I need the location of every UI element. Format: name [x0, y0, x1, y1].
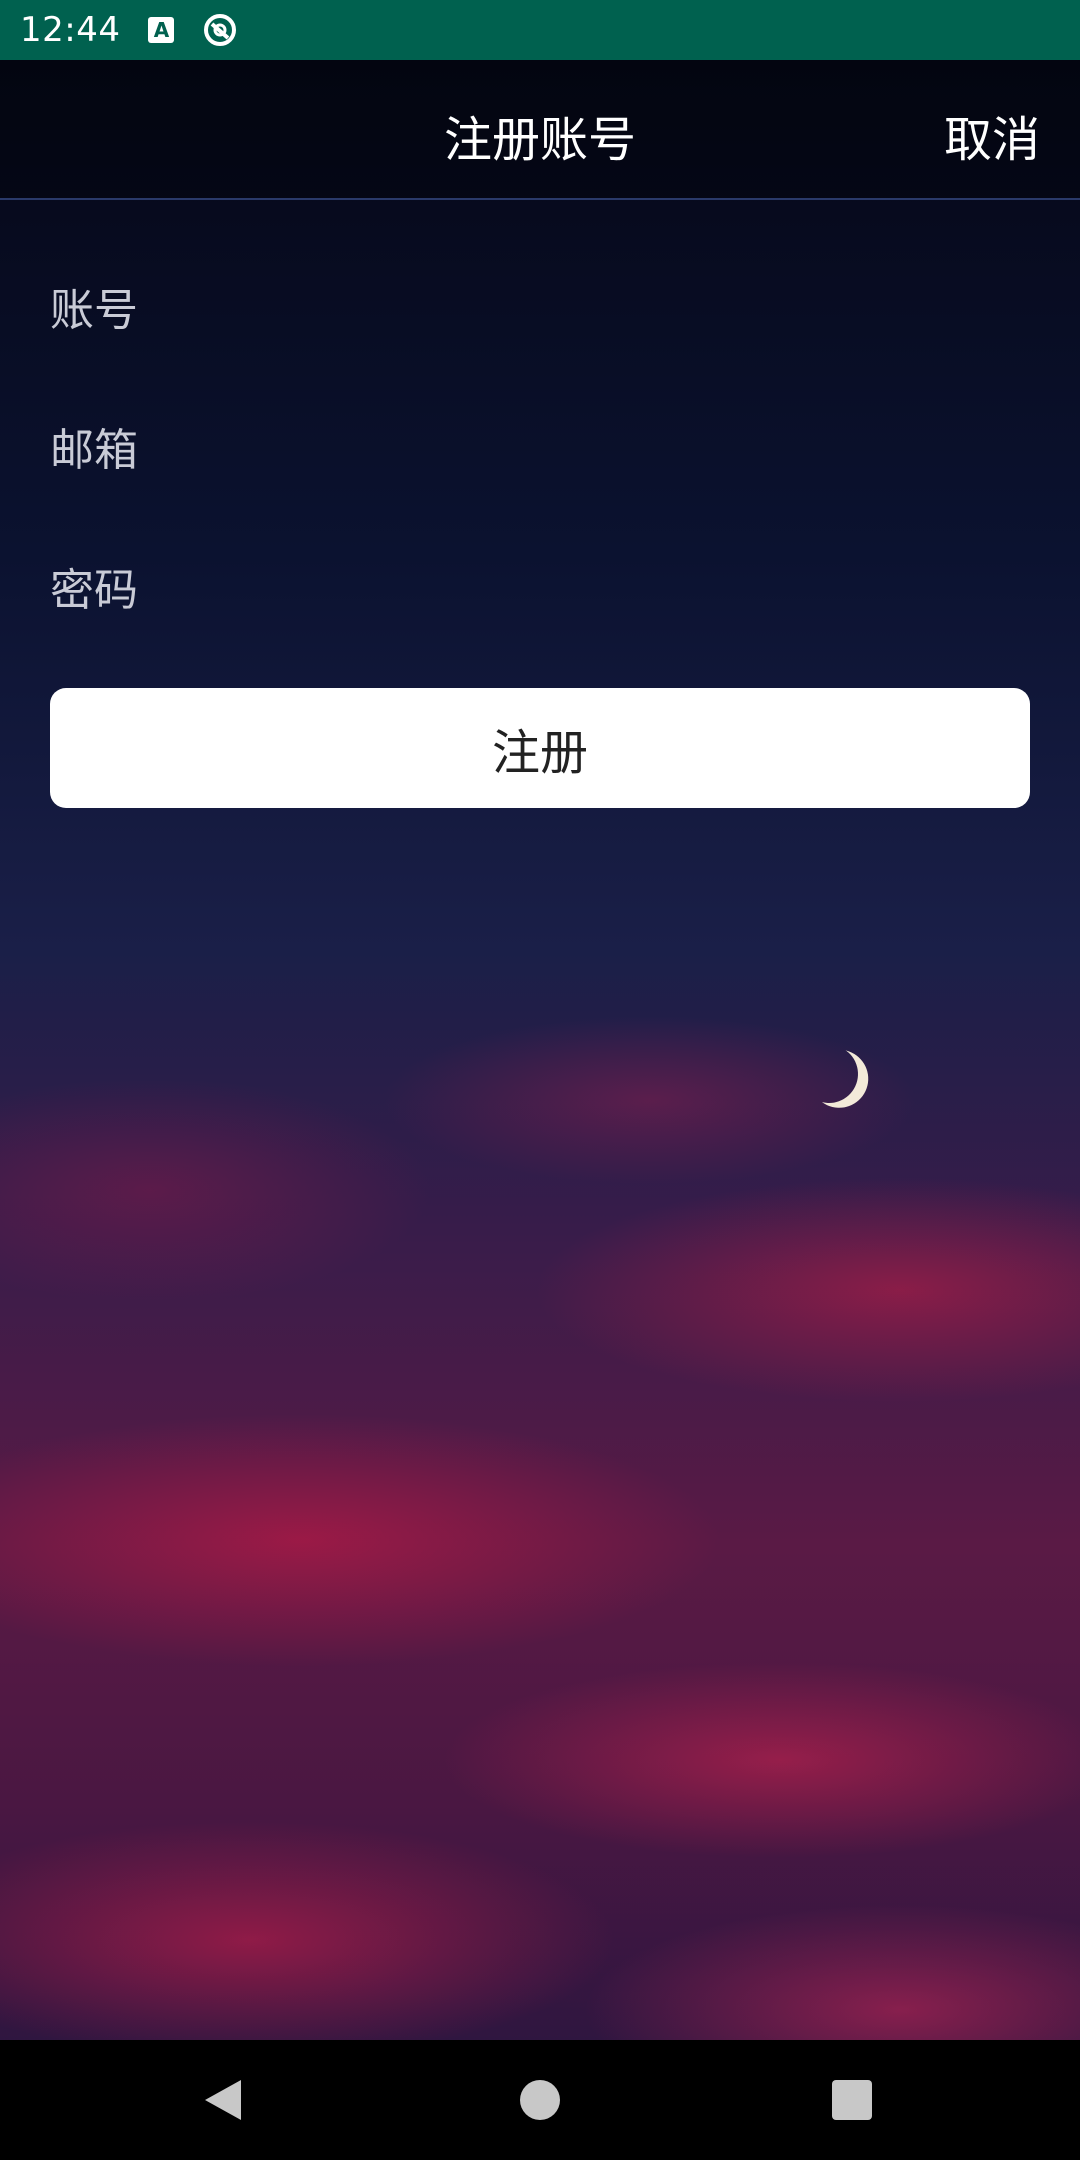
- register-button[interactable]: 注册: [50, 688, 1030, 808]
- page-title: 注册账号: [443, 112, 636, 168]
- email-field[interactable]: [50, 405, 1030, 495]
- navigation-bar: [0, 2040, 1080, 2160]
- header: 注册账号 取消: [0, 60, 1080, 200]
- register-screen: 12:44 A 注册账号 取消 注册: [0, 0, 1080, 2160]
- sync-icon: [202, 12, 238, 48]
- password-field[interactable]: [50, 545, 1030, 635]
- email-input[interactable]: [50, 424, 1030, 476]
- password-input[interactable]: [50, 564, 1030, 616]
- night-sky-background: [0, 60, 1080, 2040]
- back-icon[interactable]: [205, 2080, 241, 2120]
- status-time: 12:44: [20, 10, 121, 50]
- home-icon[interactable]: [520, 2080, 560, 2120]
- account-field[interactable]: [50, 265, 1030, 355]
- crescent-moon: [792, 1037, 866, 1111]
- cancel-button[interactable]: 取消: [944, 100, 1040, 170]
- recents-icon[interactable]: [832, 2080, 872, 2120]
- status-bar: 12:44 A: [0, 0, 1080, 60]
- account-input[interactable]: [50, 284, 1030, 336]
- a-keyboard-icon: A: [148, 17, 175, 43]
